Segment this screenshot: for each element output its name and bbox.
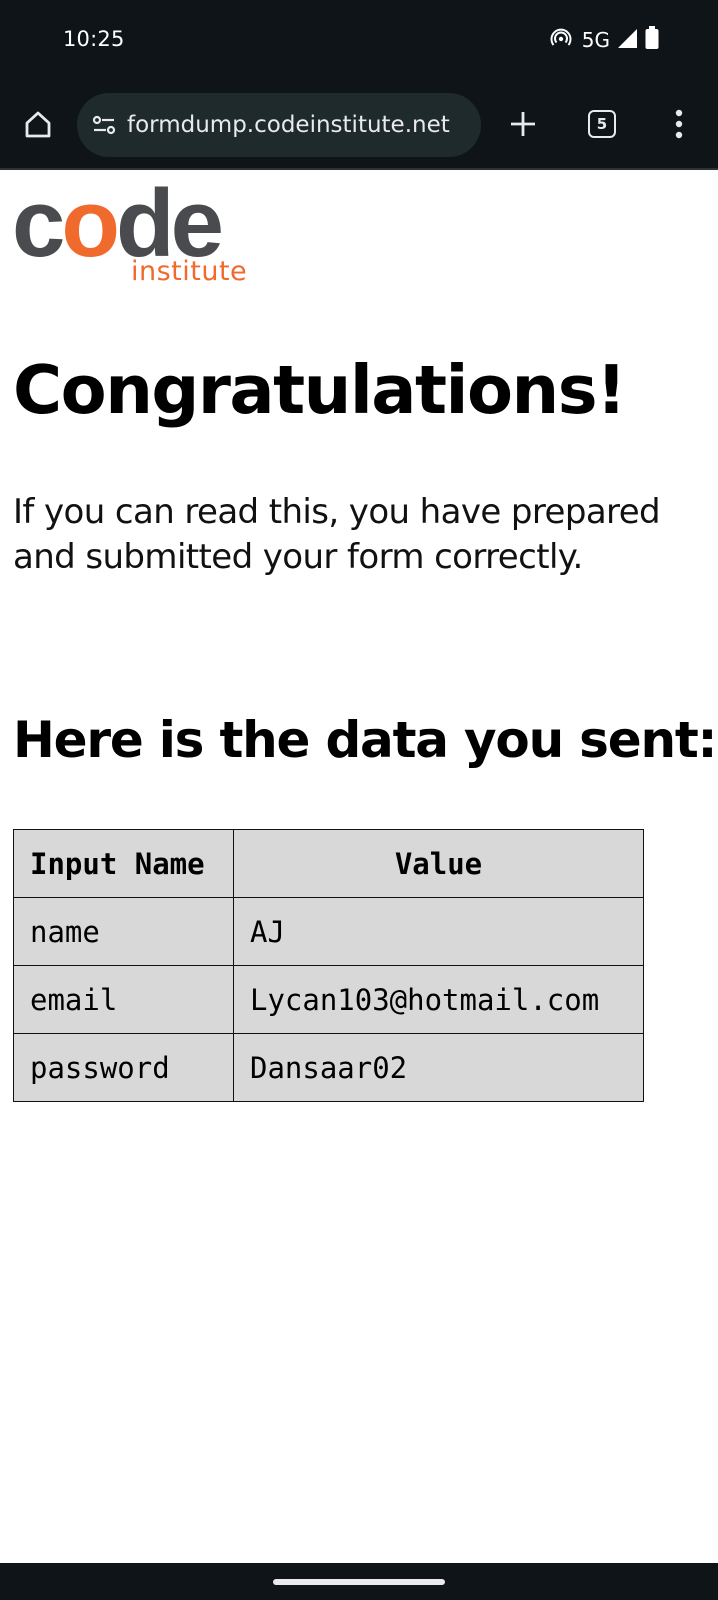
more-menu-button[interactable] bbox=[664, 106, 694, 142]
more-vert-icon bbox=[675, 109, 683, 139]
plus-icon bbox=[511, 112, 535, 136]
site-settings-icon[interactable] bbox=[89, 110, 119, 140]
hotspot-icon bbox=[550, 27, 572, 54]
logo-subtext: institute bbox=[131, 256, 248, 287]
home-button[interactable] bbox=[20, 106, 56, 142]
value-cell: Lycan103@hotmail.com bbox=[233, 965, 644, 1034]
signal-icon bbox=[616, 27, 638, 54]
address-bar[interactable]: formdump.codeinstitute.net bbox=[77, 93, 481, 157]
input-name-cell: password bbox=[13, 1033, 234, 1102]
code-institute-logo: code institute bbox=[12, 176, 262, 296]
browser-toolbar: formdump.codeinstitute.net 5 bbox=[0, 84, 718, 170]
submitted-data-table: Input Name Value name AJ email Lycan103@… bbox=[13, 829, 644, 1102]
data-heading: Here is the data you sent: bbox=[13, 711, 718, 769]
table-row: password Dansaar02 bbox=[13, 1033, 644, 1102]
column-header-input-name: Input Name bbox=[13, 829, 234, 898]
home-icon bbox=[25, 111, 51, 138]
input-name-cell: email bbox=[13, 965, 234, 1034]
battery-icon bbox=[644, 25, 660, 56]
page-title: Congratulations! bbox=[13, 351, 627, 429]
status-icons: 5G bbox=[550, 25, 660, 56]
logo-letters-c: c bbox=[12, 170, 65, 277]
status-bar: 10:25 5G bbox=[0, 0, 718, 84]
table-row: email Lycan103@hotmail.com bbox=[13, 965, 644, 1034]
new-tab-button[interactable] bbox=[505, 104, 541, 144]
logo-letter-o: o bbox=[61, 170, 120, 277]
tab-count: 5 bbox=[596, 115, 608, 133]
intro-text: If you can read this, you have prepared … bbox=[13, 492, 661, 577]
column-header-value: Value bbox=[233, 829, 644, 898]
input-name-cell: name bbox=[13, 897, 234, 966]
table-header-row: Input Name Value bbox=[13, 829, 644, 898]
value-cell: Dansaar02 bbox=[233, 1033, 644, 1102]
url-text[interactable]: formdump.codeinstitute.net bbox=[127, 112, 450, 138]
network-type: 5G bbox=[581, 28, 610, 52]
value-cell: AJ bbox=[233, 897, 644, 966]
gesture-handle[interactable] bbox=[273, 1579, 445, 1585]
system-nav-bar bbox=[0, 1563, 718, 1600]
status-time: 10:25 bbox=[63, 27, 125, 51]
table-row: name AJ bbox=[13, 897, 644, 966]
tab-switcher-button[interactable]: 5 bbox=[588, 110, 616, 138]
